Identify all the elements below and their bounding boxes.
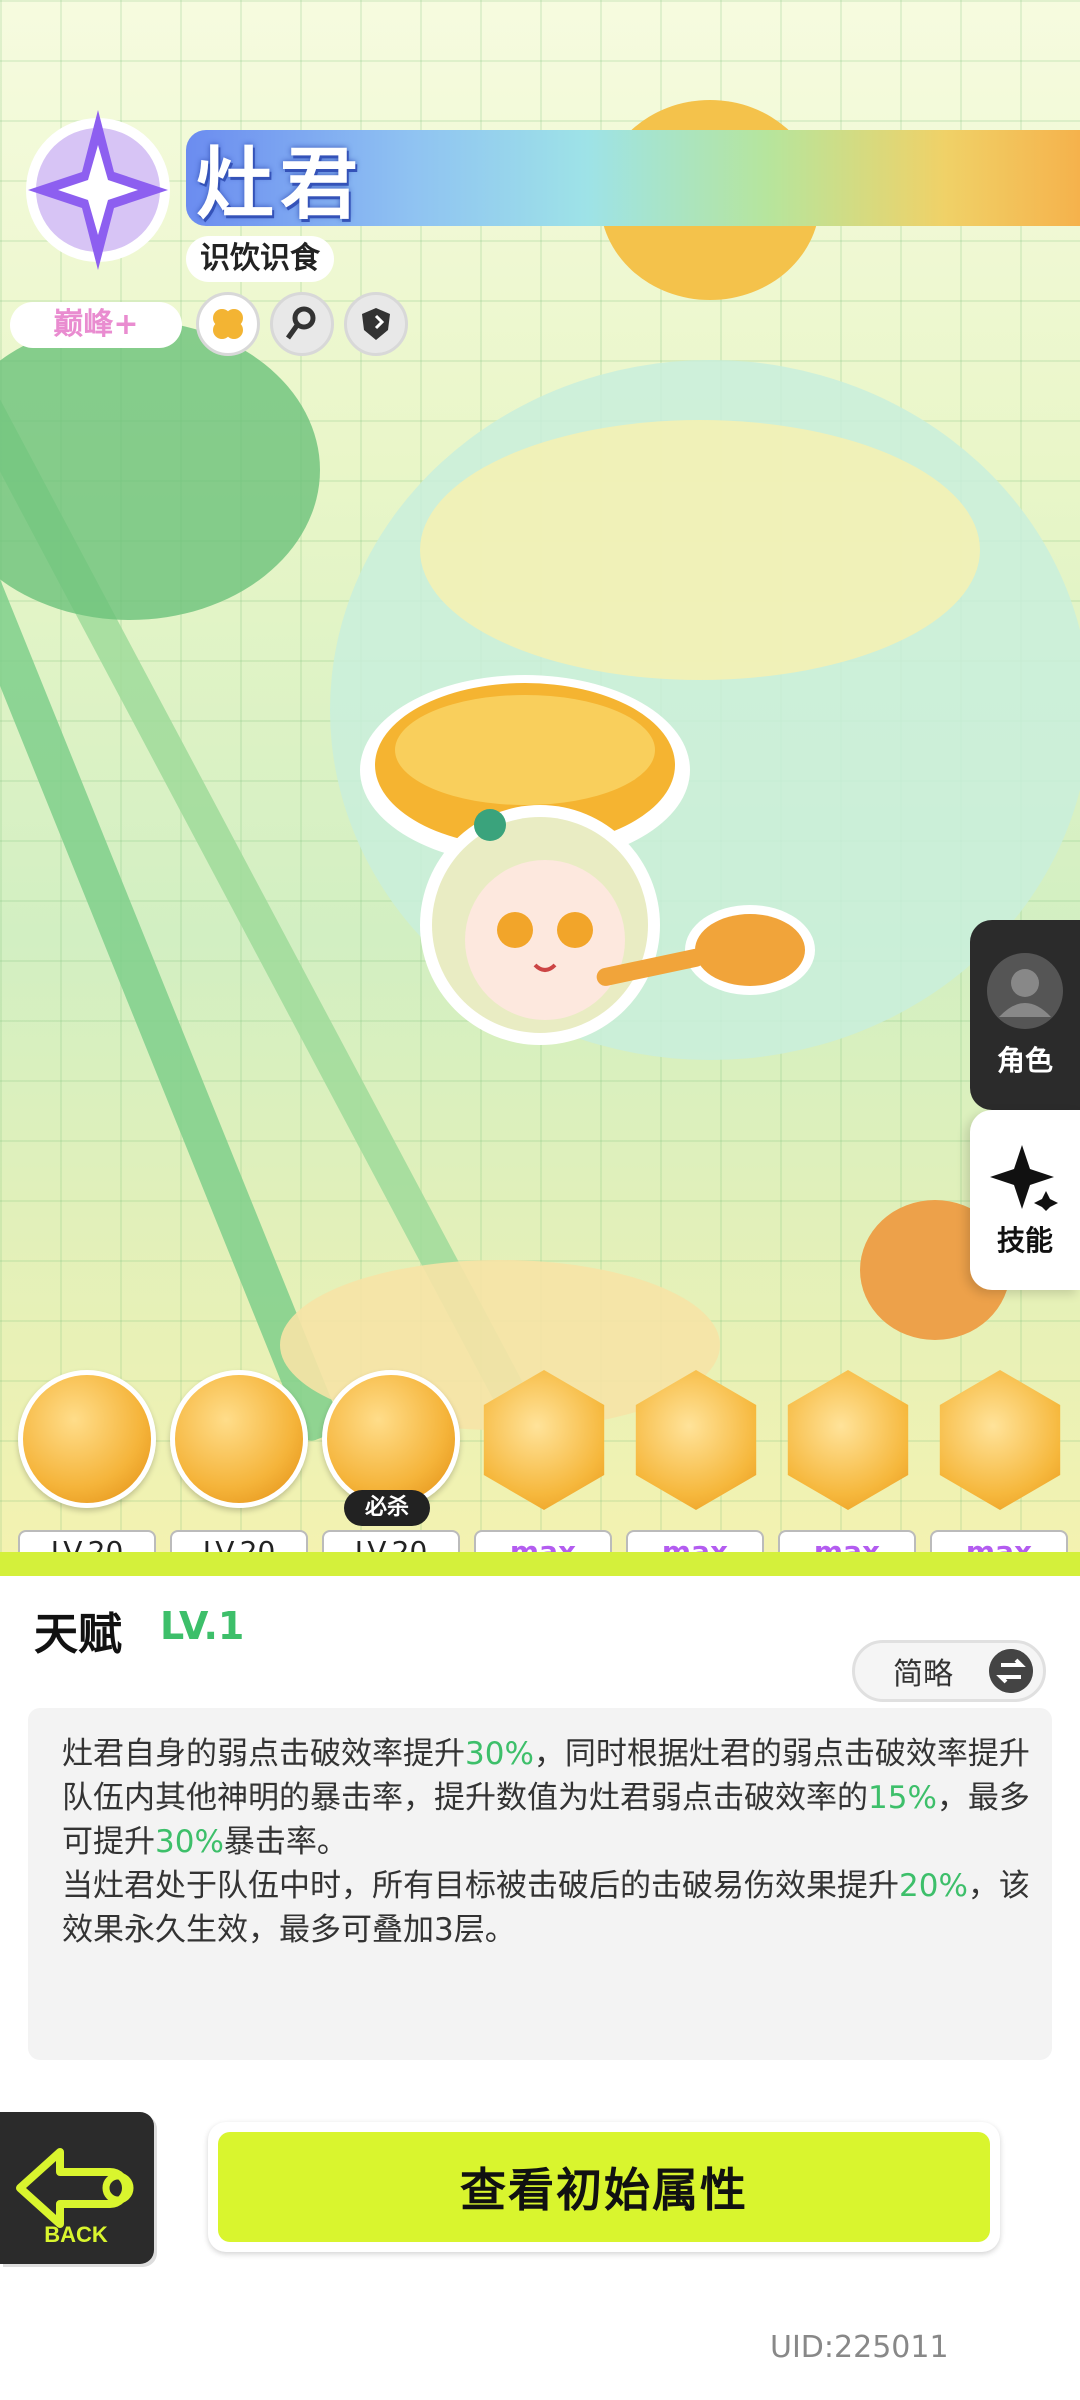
character-sprite [360,675,815,1045]
skill-slash-icon[interactable] [170,1370,308,1508]
tab-character-label: 角色 [996,1044,1053,1077]
rank-badge: 巅峰+ [10,302,182,348]
role-shield-icon[interactable] [344,292,408,356]
talent-title: 天赋 [34,1609,122,1660]
decor-cup-rim [420,420,980,680]
tab-character[interactable]: 角色 [970,920,1080,1110]
talent-level: LV.1 [160,1604,245,1648]
divider-band [0,1552,1080,1576]
skill-row: LV.20 LV.20 LV.20 max max max max [18,1370,1078,1580]
brief-toggle-label: 简略 [893,1657,953,1692]
ultimate-tag: 必杀 [344,1490,430,1526]
talent-arrows-icon[interactable] [626,1370,764,1510]
brief-toggle-button[interactable]: 简略 [852,1640,1046,1702]
sparkle-icon [990,1145,1058,1211]
tab-skills[interactable]: 技能 [970,1110,1080,1290]
rarity-emblem-icon [26,110,170,270]
talent-description: 灶君自身的弱点击破效率提升30%，同时根据灶君的弱点击破效率提升队伍内其他神明的… [62,1736,1030,1948]
back-label: BACK [44,2222,108,2247]
avatar-icon [987,953,1063,1029]
skill-swirl-icon[interactable] [18,1370,156,1508]
element-clover-icon[interactable] [196,292,260,356]
path-key-icon[interactable] [270,292,334,356]
view-initial-attributes-label: 查看初始属性 [218,2132,990,2242]
talent-vortex-icon[interactable] [778,1370,916,1510]
uid-label: UID:225011 [770,2330,949,2365]
character-subtitle: 识饮识食 [186,236,334,282]
side-tabs: 角色 技能 [970,920,1080,1290]
talent-burst-icon[interactable] [474,1370,612,1510]
character-scene: 灶君 识饮识食 巅峰+ 角色 技能 [0,0,1080,1560]
back-arrow-icon: BACK [16,2148,134,2247]
view-initial-attributes-button[interactable]: 查看初始属性 [208,2122,1000,2252]
talent-star-icon[interactable] [930,1370,1068,1510]
back-button[interactable]: BACK [0,2112,154,2264]
title-bar: 灶君 [186,130,1080,230]
skill-ultimate-icon[interactable] [322,1370,460,1508]
tab-skills-label: 技能 [996,1224,1053,1257]
swap-icon [989,1649,1033,1693]
character-name: 灶君 [196,140,365,230]
